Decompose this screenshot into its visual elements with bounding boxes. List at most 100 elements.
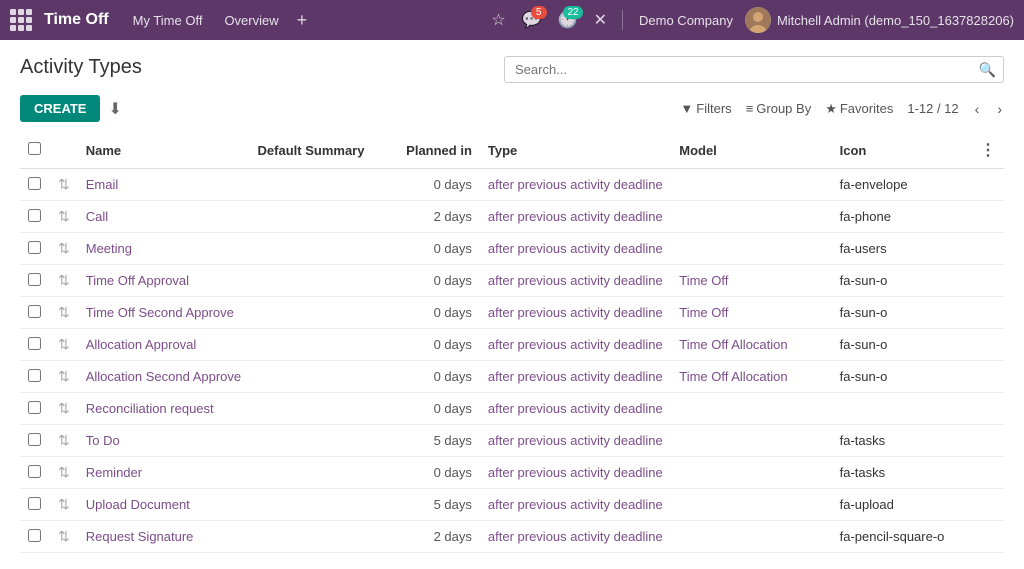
nav-my-time-off[interactable]: My Time Off xyxy=(125,13,211,28)
row-model-cell: Time Off Allocation xyxy=(671,361,831,393)
row-icon-cell: fa-sun-o xyxy=(832,329,972,361)
row-name-link[interactable]: Time Off Approval xyxy=(86,273,189,288)
row-type-cell: after previous activity deadline xyxy=(480,361,671,393)
row-checkbox[interactable] xyxy=(28,433,41,446)
drag-handle-icon[interactable]: ⇅ xyxy=(58,528,70,544)
row-drag-cell: ⇅ xyxy=(50,233,78,265)
row-checkbox[interactable] xyxy=(28,177,41,190)
row-icon-cell xyxy=(832,393,972,425)
row-checkbox[interactable] xyxy=(28,305,41,318)
table-row: ⇅ Meeting 0 days after previous activity… xyxy=(20,233,1004,265)
row-planned-cell: 2 days xyxy=(390,201,480,233)
app-grid-icon[interactable] xyxy=(10,9,32,31)
row-planned-cell: 0 days xyxy=(390,297,480,329)
row-checkbox[interactable] xyxy=(28,337,41,350)
th-default-summary[interactable]: Default Summary xyxy=(250,132,390,169)
user-menu[interactable]: Mitchell Admin (demo_150_1637828206) xyxy=(745,7,1014,33)
th-planned[interactable]: Planned in xyxy=(390,132,480,169)
row-name-link[interactable]: Reconciliation request xyxy=(86,401,214,416)
next-page-button[interactable]: › xyxy=(995,101,1004,117)
drag-handle-icon[interactable]: ⇅ xyxy=(58,176,70,192)
th-model[interactable]: Model xyxy=(671,132,831,169)
download-button[interactable]: ⬇ xyxy=(108,99,121,119)
clock-icon[interactable]: 🕐 22 xyxy=(553,10,583,30)
row-default-summary-cell xyxy=(250,521,390,553)
row-name-cell: Email xyxy=(78,169,250,201)
row-checkbox[interactable] xyxy=(28,273,41,286)
row-type-cell: after previous activity deadline xyxy=(480,297,671,329)
row-name-link[interactable]: Reminder xyxy=(86,465,142,480)
row-name-link[interactable]: Time Off Second Approve xyxy=(86,305,234,320)
row-default-summary-cell xyxy=(250,393,390,425)
row-checkbox-cell xyxy=(20,457,50,489)
row-model-link[interactable]: Time Off xyxy=(679,305,728,320)
row-drag-cell: ⇅ xyxy=(50,361,78,393)
row-name-link[interactable]: To Do xyxy=(86,433,120,448)
star-icon[interactable]: ☆ xyxy=(486,10,510,30)
row-checkbox[interactable] xyxy=(28,401,41,414)
search-input[interactable] xyxy=(504,56,1004,83)
drag-handle-icon[interactable]: ⇅ xyxy=(58,336,70,352)
row-checkbox[interactable] xyxy=(28,529,41,542)
row-type-cell: after previous activity deadline xyxy=(480,489,671,521)
search-button[interactable]: 🔍 xyxy=(979,61,996,78)
drag-handle-icon[interactable]: ⇅ xyxy=(58,464,70,480)
row-planned-cell: 2 days xyxy=(390,521,480,553)
row-model-link[interactable]: Time Off Allocation xyxy=(679,369,787,384)
drag-handle-icon[interactable]: ⇅ xyxy=(58,304,70,320)
th-more-menu[interactable]: ⋮ xyxy=(972,132,1004,169)
row-checkbox[interactable] xyxy=(28,497,41,510)
drag-handle-icon[interactable]: ⇅ xyxy=(58,400,70,416)
nav-overview[interactable]: Overview xyxy=(216,13,286,28)
user-name: Mitchell Admin (demo_150_1637828206) xyxy=(777,13,1014,28)
drag-handle-icon[interactable]: ⇅ xyxy=(58,432,70,448)
group-by-button[interactable]: ≡ Group By xyxy=(746,101,812,116)
row-checkbox[interactable] xyxy=(28,465,41,478)
row-name-link[interactable]: Meeting xyxy=(86,241,132,256)
chat-icon[interactable]: 💬 5 xyxy=(517,10,547,30)
select-all-checkbox[interactable] xyxy=(28,142,41,155)
row-model-link[interactable]: Time Off Allocation xyxy=(679,337,787,352)
filters-button[interactable]: ▼ Filters xyxy=(680,101,731,116)
row-icon-cell: fa-upload xyxy=(832,489,972,521)
th-name[interactable]: Name xyxy=(78,132,250,169)
th-type[interactable]: Type xyxy=(480,132,671,169)
th-icon[interactable]: Icon xyxy=(832,132,972,169)
nav-divider xyxy=(622,10,623,30)
row-type-cell: after previous activity deadline xyxy=(480,265,671,297)
row-checkbox-cell xyxy=(20,329,50,361)
row-drag-cell: ⇅ xyxy=(50,425,78,457)
row-drag-cell: ⇅ xyxy=(50,265,78,297)
drag-handle-icon[interactable]: ⇅ xyxy=(58,272,70,288)
company-name[interactable]: Demo Company xyxy=(633,13,739,28)
row-name-cell: Allocation Approval xyxy=(78,329,250,361)
row-name-cell: Time Off Approval xyxy=(78,265,250,297)
row-name-link[interactable]: Allocation Second Approve xyxy=(86,369,241,384)
row-checkbox-cell xyxy=(20,265,50,297)
row-checkbox[interactable] xyxy=(28,241,41,254)
row-checkbox[interactable] xyxy=(28,369,41,382)
row-name-link[interactable]: Email xyxy=(86,177,119,192)
drag-handle-icon[interactable]: ⇅ xyxy=(58,240,70,256)
drag-handle-icon[interactable]: ⇅ xyxy=(58,368,70,384)
close-icon[interactable]: ✕ xyxy=(589,10,612,30)
row-planned-cell: 5 days xyxy=(390,489,480,521)
row-checkbox-cell xyxy=(20,425,50,457)
drag-handle-icon[interactable]: ⇅ xyxy=(58,208,70,224)
row-name-cell: To Do xyxy=(78,425,250,457)
row-name-link[interactable]: Call xyxy=(86,209,108,224)
row-drag-cell: ⇅ xyxy=(50,521,78,553)
row-checkbox[interactable] xyxy=(28,209,41,222)
row-type-cell: after previous activity deadline xyxy=(480,521,671,553)
row-name-link[interactable]: Upload Document xyxy=(86,497,190,512)
favorites-button[interactable]: ★ Favorites xyxy=(825,101,893,117)
row-name-link[interactable]: Allocation Approval xyxy=(86,337,197,352)
prev-page-button[interactable]: ‹ xyxy=(973,101,982,117)
row-icon-cell: fa-envelope xyxy=(832,169,972,201)
create-button[interactable]: CREATE xyxy=(20,95,100,122)
drag-handle-icon[interactable]: ⇅ xyxy=(58,496,70,512)
column-menu-icon[interactable]: ⋮ xyxy=(980,142,996,159)
nav-add-button[interactable]: + xyxy=(293,10,312,31)
row-model-link[interactable]: Time Off xyxy=(679,273,728,288)
row-name-link[interactable]: Request Signature xyxy=(86,529,194,544)
